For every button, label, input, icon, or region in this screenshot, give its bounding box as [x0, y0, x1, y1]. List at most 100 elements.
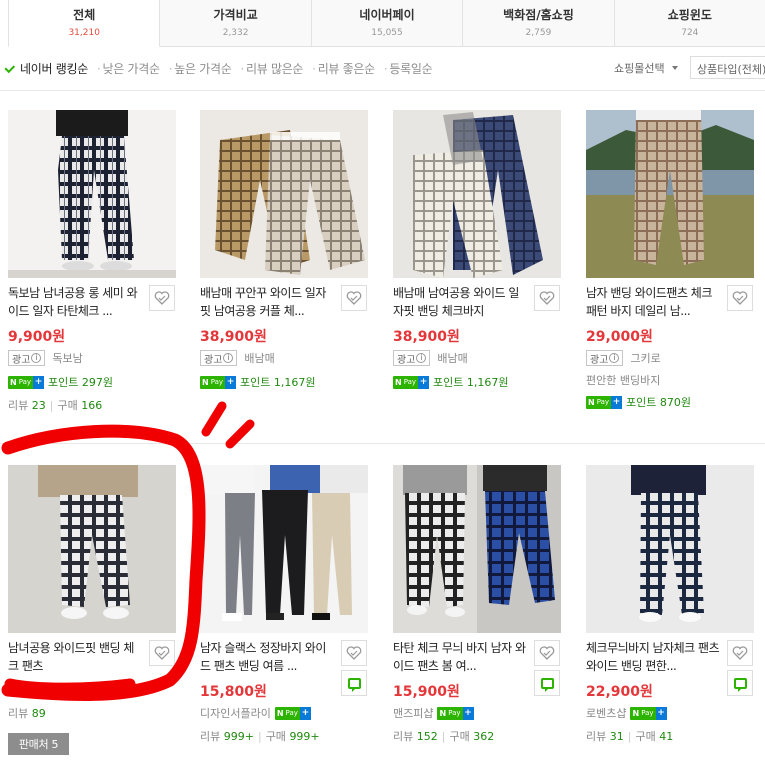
heart-icon: [732, 646, 748, 660]
seller-count-button[interactable]: 판매처 5: [8, 733, 69, 755]
npay-line: N Pay + 포인트 1,167원: [393, 374, 509, 390]
npay-pay: Pay: [596, 398, 610, 406]
product-title[interactable]: 체크무늬바지 남자체크 팬츠 와이드 밴딩 편한...: [586, 639, 722, 675]
review-label[interactable]: 리뷰: [8, 705, 28, 721]
product-type-select[interactable]: 상품타입(전체): [690, 56, 765, 79]
tab-department-store[interactable]: 백화점/홈쇼핑 2,759: [463, 0, 615, 46]
review-label[interactable]: 리뷰: [393, 728, 413, 744]
review-count[interactable]: 23: [32, 399, 46, 412]
product-image[interactable]: [586, 110, 754, 278]
review-label[interactable]: 리뷰: [586, 728, 606, 744]
check-icon: [4, 62, 16, 74]
sort-label: 낮은 가격순: [102, 62, 160, 76]
talktalk-button[interactable]: [727, 670, 753, 696]
talktalk-button[interactable]: [534, 670, 560, 696]
category-tabs: 전체 31,210 가격비교 2,332 네이버페이 15,055 백화점/홈쇼…: [8, 0, 765, 47]
tab-label: 전체: [73, 8, 96, 22]
product-title[interactable]: 남녀공용 와이드핏 밴딩 체크 팬츠: [8, 639, 144, 675]
review-label[interactable]: 리뷰: [8, 397, 28, 413]
naverpay-badge: N Pay +: [8, 375, 45, 389]
tab-count: 2,332: [222, 28, 249, 38]
product-image[interactable]: [393, 465, 561, 633]
review-count[interactable]: 89: [32, 707, 46, 720]
mall-select-dropdown[interactable]: 쇼핑몰선택: [614, 60, 678, 76]
ad-badge[interactable]: 광고 i: [200, 350, 238, 366]
tab-price-compare[interactable]: 가격비교 2,332: [160, 0, 312, 46]
mall-name[interactable]: 독보남: [52, 350, 82, 366]
naverpay-badge: N Pay +: [393, 375, 430, 389]
sort-high-price[interactable]: · 높은 가격순: [169, 60, 232, 77]
wishlist-button[interactable]: [341, 285, 367, 311]
review-count[interactable]: 31: [610, 730, 624, 743]
tab-label: 백화점/홈쇼핑: [503, 8, 574, 22]
npay-pay: Pay: [285, 709, 298, 717]
heart-icon: [346, 291, 362, 305]
mall-name[interactable]: 배남매: [437, 350, 467, 366]
heart-icon: [732, 291, 748, 305]
npay-pay: Pay: [641, 709, 654, 717]
wishlist-button[interactable]: [149, 285, 175, 311]
review-label[interactable]: 리뷰: [200, 728, 220, 744]
product-image[interactable]: [393, 110, 561, 278]
mall-name[interactable]: 그키로: [630, 350, 660, 366]
npay-plus-icon: +: [462, 706, 474, 720]
separator: |: [49, 398, 54, 412]
purchase-count: 166: [81, 398, 103, 412]
naverpay-badge: N Pay +: [630, 706, 667, 720]
product-title[interactable]: 독보남 남녀공용 롱 세미 와이드 일자 타탄체크 ...: [8, 284, 144, 320]
product-title[interactable]: 남자 슬랙스 정장바지 와이드 팬츠 밴딩 여름 ...: [200, 639, 336, 675]
wishlist-button[interactable]: [534, 285, 560, 311]
product-image[interactable]: [200, 110, 368, 278]
mall-name[interactable]: 맨즈피샵: [393, 705, 433, 721]
separator: |: [627, 729, 632, 743]
wishlist-button[interactable]: [341, 640, 367, 666]
ad-badge[interactable]: 광고 i: [586, 350, 624, 366]
divider: [0, 443, 765, 444]
extra-line: 편안한 밴딩바지: [586, 372, 660, 388]
wishlist-button[interactable]: [727, 640, 753, 666]
review-count[interactable]: 152: [417, 730, 438, 743]
ad-badge[interactable]: 광고 i: [8, 350, 46, 366]
talktalk-button[interactable]: [341, 670, 367, 696]
tab-count: 15,055: [371, 28, 403, 38]
product-subtitle: 편안한 밴딩바지: [586, 374, 661, 387]
mall-name[interactable]: 로벤츠샵: [586, 705, 626, 721]
sort-low-price[interactable]: · 낮은 가격순: [97, 60, 160, 77]
sort-good-reviews[interactable]: · 리뷰 좋은순: [312, 60, 375, 77]
tab-naverpay[interactable]: 네이버페이 15,055: [312, 0, 464, 46]
naverpay-badge: N Pay +: [586, 395, 623, 409]
product-image[interactable]: [200, 465, 368, 633]
sort-newest[interactable]: · 등록일순: [384, 60, 433, 77]
product-title[interactable]: 타탄 체크 무늬 바지 남자 와이드 팬츠 봄 여...: [393, 639, 529, 675]
mall-name[interactable]: 배남매: [244, 350, 274, 366]
purchase-label: 구매: [449, 730, 470, 743]
product-photo: [200, 110, 368, 278]
tab-shopping-window[interactable]: 쇼핑윈도 724: [615, 0, 765, 46]
product-title[interactable]: 배남매 꾸안꾸 와이드 일자핏 남여공용 커플 체...: [200, 284, 336, 320]
npay-plus-icon: +: [33, 375, 45, 389]
sort-ranking[interactable]: 네이버 랭킹순: [4, 60, 88, 77]
mall-line: 맨즈피샵 N Pay +: [393, 705, 478, 721]
tab-all[interactable]: 전체 31,210: [8, 0, 161, 47]
sort-label: 리뷰 많은순: [245, 62, 304, 76]
review-line: 리뷰 999+ | 구매 999+: [200, 728, 320, 744]
npay-n: N: [276, 708, 284, 718]
wishlist-button[interactable]: [149, 640, 175, 666]
heart-icon: [539, 291, 555, 305]
review-count[interactable]: 999+: [224, 730, 254, 743]
npay-plus-icon: +: [299, 706, 311, 720]
npay-n: N: [10, 377, 17, 387]
mall-name[interactable]: 디자인서플라이: [200, 705, 271, 721]
purchase-label: 구매: [57, 399, 78, 412]
product-image[interactable]: [8, 110, 176, 278]
chat-icon: [347, 677, 361, 692]
product-title[interactable]: 배남매 남여공용 와이드 일자핏 밴딩 체크바지: [393, 284, 529, 320]
sort-many-reviews[interactable]: · 리뷰 많은순: [240, 60, 303, 77]
wishlist-button[interactable]: [727, 285, 753, 311]
product-image[interactable]: [586, 465, 754, 633]
product-image[interactable]: [8, 465, 176, 633]
wishlist-button[interactable]: [534, 640, 560, 666]
product-title[interactable]: 남자 밴딩 와이드팬츠 체크패턴 바지 데일리 남...: [586, 284, 722, 320]
purchase-count: 999+: [289, 729, 320, 743]
ad-badge[interactable]: 광고 i: [393, 350, 431, 366]
